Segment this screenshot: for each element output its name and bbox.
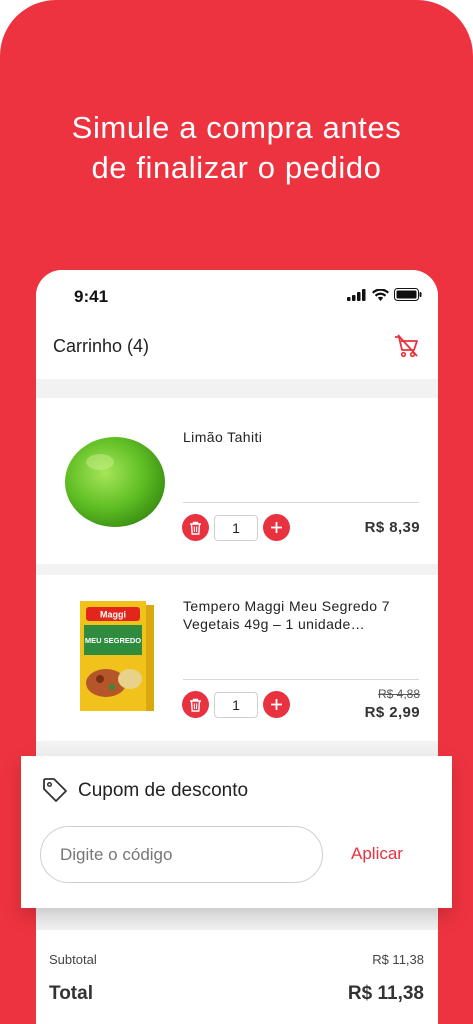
subtotal-label: Subtotal xyxy=(49,952,97,967)
battery-icon xyxy=(394,288,422,301)
coupon-title: Cupom de desconto xyxy=(78,780,249,801)
signal-icon xyxy=(347,288,366,301)
plus-icon xyxy=(271,522,282,533)
quantity-stepper: 1 xyxy=(182,514,290,541)
order-summary: Subtotal R$ 11,38 Total R$ 11,38 xyxy=(36,930,438,1024)
coupon-code-input[interactable] xyxy=(40,826,323,883)
seasoning-box-image: Maggi MEU SEGREDO xyxy=(80,601,154,711)
headline-line-1: Simule a compra antes xyxy=(71,110,402,145)
coupon-card: Cupom de desconto Aplicar xyxy=(21,756,452,908)
package-brand: Maggi xyxy=(100,610,126,620)
cart-item: Limão Tahiti 1 R$ 8,39 xyxy=(36,398,438,564)
subtotal-value: R$ 11,38 xyxy=(372,952,424,967)
headline: Simule a compra antes de finalizar o ped… xyxy=(0,108,473,188)
tag-icon xyxy=(43,778,67,802)
headline-line-2: de finalizar o pedido xyxy=(91,150,382,185)
item-name: Tempero Maggi Meu Segredo 7 Vegetais 49g… xyxy=(183,598,390,632)
increase-quantity-button[interactable] xyxy=(263,691,290,718)
apply-coupon-button[interactable]: Aplicar xyxy=(351,844,403,864)
lime-image xyxy=(65,437,165,527)
increase-quantity-button[interactable] xyxy=(263,514,290,541)
trash-icon xyxy=(190,698,201,712)
phone-screen: 9:41 Carrinho (4) Limão Tahiti 1 R$ 8,39… xyxy=(36,270,438,1024)
status-icons xyxy=(347,288,422,301)
item-price: R$ 8,39 xyxy=(364,519,420,536)
item-price: R$ 2,99 xyxy=(364,704,420,721)
status-bar: 9:41 xyxy=(36,270,438,322)
total-value: R$ 11,38 xyxy=(347,983,424,1004)
item-divider xyxy=(183,679,419,680)
item-old-price: R$ 4,88 xyxy=(377,687,420,701)
remove-item-button[interactable] xyxy=(182,691,209,718)
total-label: Total xyxy=(49,983,93,1004)
cart-clear-icon[interactable] xyxy=(392,332,420,360)
plus-icon xyxy=(271,699,282,710)
quantity-stepper: 1 xyxy=(182,691,290,718)
item-name: Limão Tahiti xyxy=(183,429,263,445)
cart-header: Carrinho (4) xyxy=(36,322,438,379)
trash-icon xyxy=(190,521,201,535)
wifi-icon xyxy=(372,288,389,301)
cart-item: Maggi MEU SEGREDO Tempero Maggi Meu Segr… xyxy=(36,575,438,741)
item-divider xyxy=(183,502,419,503)
package-text: MEU SEGREDO xyxy=(85,636,141,645)
quantity-field[interactable]: 1 xyxy=(214,691,258,718)
status-time: 9:41 xyxy=(74,287,109,306)
cart-title: Carrinho (4) xyxy=(53,336,150,356)
quantity-field[interactable]: 1 xyxy=(214,514,258,541)
remove-item-button[interactable] xyxy=(182,514,209,541)
